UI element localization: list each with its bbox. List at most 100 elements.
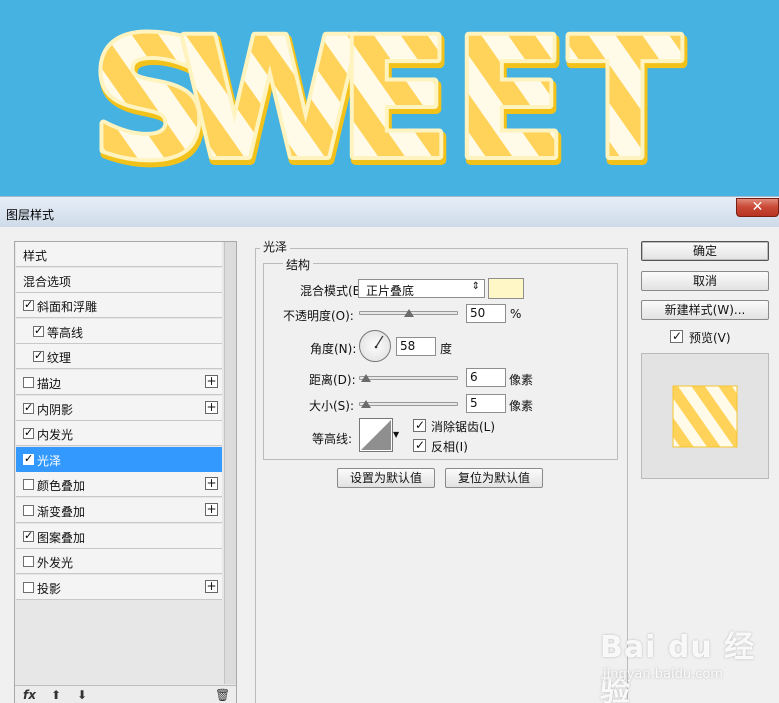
style-checkbox[interactable]: [23, 377, 34, 388]
style-checkbox[interactable]: [33, 324, 44, 337]
style-checkbox[interactable]: [23, 479, 34, 491]
add-style-icon[interactable]: +: [205, 400, 218, 414]
add-style-icon[interactable]: +: [205, 477, 218, 491]
blend-color-swatch[interactable]: [488, 278, 524, 299]
distance-input[interactable]: 6: [466, 368, 506, 387]
style-item-label: 渐变叠加: [37, 505, 86, 519]
style-item[interactable]: 混合选项: [16, 267, 222, 293]
style-item-label: 等高线: [47, 325, 84, 340]
close-button[interactable]: ✕: [736, 198, 779, 217]
watermark-brand: Bai du 经验: [600, 630, 756, 703]
style-item-label: 颜色叠加: [37, 479, 86, 494]
sweet-letter: E: [454, 3, 567, 195]
preview-thumbnail: [672, 385, 738, 448]
preview-checkbox[interactable]: [670, 329, 683, 343]
style-item-label: 内阴影: [37, 402, 74, 417]
size-slider[interactable]: [359, 402, 458, 406]
style-item[interactable]: 纹理: [16, 344, 222, 370]
opacity-unit: %: [510, 307, 522, 321]
style-item[interactable]: 样式: [16, 242, 222, 267]
blend-mode-value: 正片叠底: [366, 284, 415, 298]
ok-button[interactable]: 确定: [641, 241, 769, 261]
size-label: 大小(S):: [309, 399, 355, 413]
distance-slider-thumb[interactable]: [361, 374, 371, 382]
move-down-icon[interactable]: ⬇: [77, 688, 87, 702]
add-style-icon[interactable]: +: [205, 579, 218, 593]
add-style-icon[interactable]: +: [205, 503, 218, 516]
style-checkbox[interactable]: [23, 505, 34, 516]
move-up-icon[interactable]: ⬆: [51, 688, 61, 702]
style-item-label: 描边: [37, 377, 62, 391]
style-item[interactable]: 内阴影 +: [16, 395, 222, 421]
sweet-banner-image: SSWWEEEETT: [0, 0, 779, 196]
style-item-label: 光泽: [37, 453, 62, 468]
sweet-letter: W: [179, 3, 361, 195]
style-checkbox[interactable]: [23, 401, 34, 414]
style-item[interactable]: 等高线: [16, 318, 222, 344]
set-default-button[interactable]: 设置为默认值: [337, 468, 435, 488]
size-input[interactable]: 5: [466, 394, 506, 413]
style-item[interactable]: 外发光: [16, 549, 222, 575]
new-style-button[interactable]: 新建样式(W)...: [641, 300, 769, 320]
style-checkbox[interactable]: [23, 556, 34, 568]
style-item-label: 图案叠加: [37, 530, 86, 545]
reset-default-button[interactable]: 复位为默认值: [445, 468, 543, 488]
dialog-title: 图层样式: [6, 208, 55, 222]
preview-label: 预览(V): [689, 331, 731, 345]
styles-list-footer: fx ⬆ ⬇ 🗑: [15, 685, 236, 703]
invert-label: 反相(I): [431, 440, 468, 454]
antialias-label: 消除锯齿(L): [431, 420, 496, 434]
style-item[interactable]: 内发光: [16, 421, 222, 447]
angle-dial[interactable]: [359, 330, 391, 362]
contour-label: 等高线:: [312, 432, 353, 446]
styles-list-panel: 样式混合选项斜面和浮雕等高线纹理描边 + 内阴影 + 内发光光泽颜色叠加 + 渐变叠加 + 图案…: [14, 241, 237, 703]
style-item[interactable]: 光泽: [16, 446, 222, 472]
style-item[interactable]: 图案叠加: [16, 523, 222, 549]
opacity-input[interactable]: 50: [466, 304, 506, 323]
style-item[interactable]: 斜面和浮雕: [16, 293, 222, 319]
trash-icon[interactable]: 🗑: [215, 688, 230, 702]
size-slider-thumb[interactable]: [361, 400, 371, 408]
styles-list-scrollbar[interactable]: [224, 242, 236, 684]
style-item-label: 纹理: [47, 351, 72, 366]
opacity-slider-thumb[interactable]: [403, 309, 414, 317]
angle-input[interactable]: 58: [396, 337, 436, 356]
baidu-watermark: Bai du 经验 jingyan.baidu.com: [600, 622, 775, 703]
watermark-url: jingyan.baidu.com: [603, 667, 723, 682]
dialog-titlebar: 图层样式 ✕: [0, 196, 779, 227]
style-item-label: 混合选项: [23, 274, 72, 289]
style-checkbox[interactable]: [23, 581, 34, 593]
antialias-checkbox[interactable]: [413, 418, 426, 432]
style-checkbox[interactable]: [23, 426, 34, 440]
style-checkbox[interactable]: [23, 452, 34, 465]
style-item-label: 内发光: [37, 428, 74, 443]
invert-checkbox[interactable]: [413, 438, 426, 452]
angle-dial-needle: [374, 335, 384, 349]
add-style-icon[interactable]: +: [205, 375, 218, 388]
distance-unit: 像素: [509, 373, 534, 387]
distance-label: 距离(D):: [309, 373, 356, 387]
contour-picker[interactable]: [359, 418, 393, 452]
style-checkbox[interactable]: [23, 298, 34, 312]
updown-icon: ⇕: [471, 281, 480, 292]
style-item[interactable]: 颜色叠加 +: [16, 472, 222, 498]
structure-title: 结构: [283, 256, 314, 273]
blend-mode-select[interactable]: 正片叠底 ⇕: [358, 279, 485, 298]
style-item-label: 投影: [37, 581, 62, 596]
cancel-button[interactable]: 取消: [641, 271, 769, 291]
sweet-text: SSWWEE EE TT: [87, 0, 689, 196]
distance-slider[interactable]: [359, 376, 458, 380]
style-item[interactable]: 投影 +: [16, 574, 222, 600]
sweet-text-graphic: SSWWEE EE TT: [87, 0, 689, 196]
style-checkbox[interactable]: [23, 529, 34, 542]
fx-icon[interactable]: fx: [23, 688, 36, 702]
style-item[interactable]: 描边 +: [16, 370, 222, 395]
style-item[interactable]: 渐变叠加 +: [16, 498, 222, 523]
contour-dropdown-icon[interactable]: ▼: [393, 418, 399, 452]
contour-curve: [361, 420, 391, 450]
style-item-label: 外发光: [37, 556, 74, 571]
style-preview: [641, 353, 769, 479]
angle-label: 角度(N):: [310, 342, 357, 356]
style-checkbox[interactable]: [33, 349, 44, 363]
size-unit: 像素: [509, 399, 534, 413]
